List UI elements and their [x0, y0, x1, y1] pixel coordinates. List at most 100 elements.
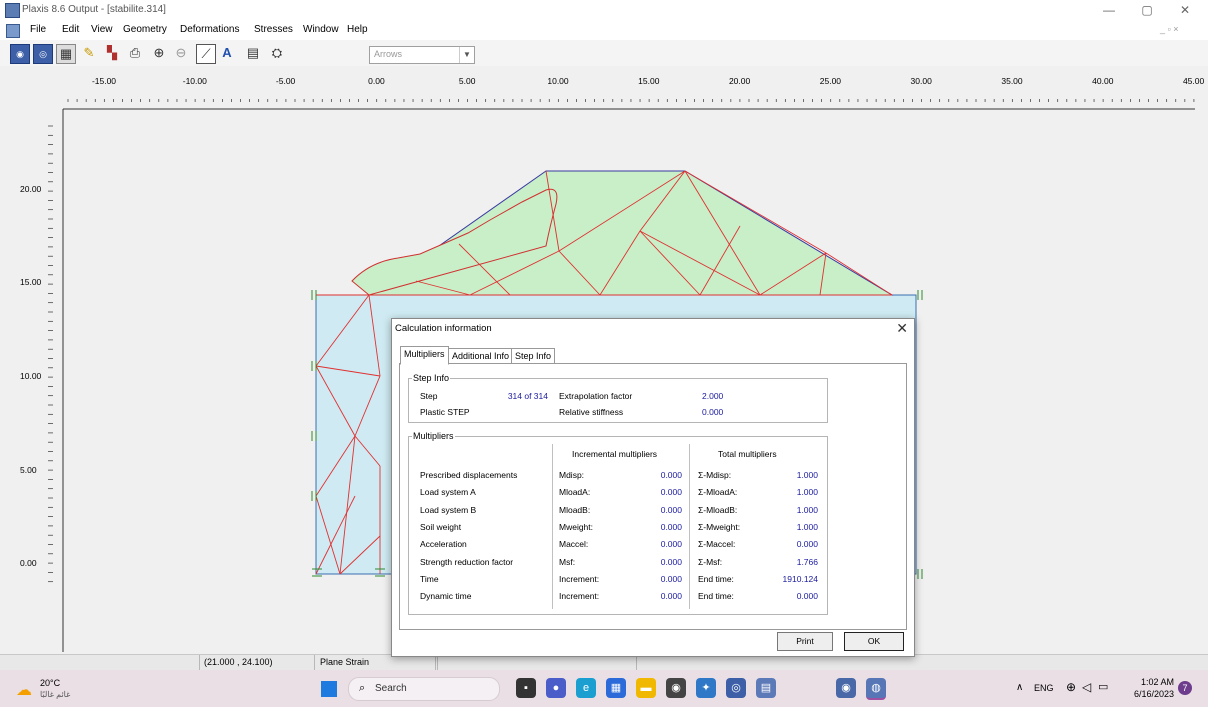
incremental-value: 0.000 — [660, 470, 682, 480]
analysis-mode: Plane Strain — [316, 655, 436, 670]
dialog-title: Calculation information — [395, 323, 492, 334]
cursor-coordinates: (21.000 , 24.100) — [200, 655, 315, 670]
column-separator — [689, 444, 690, 609]
zoom-in-icon[interactable]: ⊕ — [150, 44, 168, 62]
language-indicator[interactable]: ENG — [1034, 683, 1054, 693]
chevron-down-icon[interactable]: ▼ — [459, 47, 474, 63]
tab-additional-info[interactable]: Additional Info — [448, 348, 514, 364]
close-button[interactable]: ✕ — [1170, 2, 1200, 18]
plaxis-input-icon[interactable]: ◎ — [726, 678, 746, 698]
export-icon[interactable]: ▚ — [103, 44, 121, 62]
total-label: Σ-Msf: — [698, 556, 723, 567]
task-view-icon[interactable]: ▪ — [516, 678, 536, 698]
input-program-icon[interactable]: ◉ — [10, 44, 30, 64]
select-points-icon[interactable]: ⛭ — [268, 44, 286, 62]
total-value: 0.000 — [796, 591, 818, 602]
incremental-label: Increment: — [559, 591, 600, 602]
clock-date[interactable]: 6/16/2023 — [1122, 689, 1174, 699]
incremental-value: 0.000 — [660, 487, 682, 498]
plaxis-output-icon[interactable]: ◍ — [866, 678, 886, 700]
plaxis-curves-icon[interactable]: ◉ — [836, 678, 856, 698]
extrapolation-value: 2.000 — [702, 391, 724, 401]
total-value: 1.000 — [796, 504, 818, 515]
x-tick-label: 15.00 — [638, 76, 660, 86]
start-icon[interactable] — [321, 681, 337, 697]
view-type-select[interactable]: Arrows ▼ — [369, 46, 475, 64]
curves-icon[interactable]: ▦ — [56, 44, 76, 64]
row-label: Time — [420, 573, 439, 584]
label-icon[interactable]: A — [218, 44, 236, 62]
print-button[interactable]: Print — [777, 632, 833, 651]
app-icon-blue[interactable]: ✦ — [696, 678, 716, 698]
x-tick-label: 0.00 — [368, 76, 385, 86]
minimize-button[interactable]: — — [1094, 2, 1124, 18]
doc-window-controls[interactable]: _ ▫ × — [1160, 24, 1178, 34]
menu-edit[interactable]: Edit — [62, 24, 79, 35]
step-info-label: Step Info — [412, 373, 451, 383]
chat-icon[interactable]: ● — [546, 678, 566, 698]
menu-geometry[interactable]: Geometry — [123, 24, 167, 35]
x-tick-label: -10.00 — [183, 76, 207, 86]
menu-file[interactable]: File — [30, 24, 46, 35]
store-icon[interactable]: ▦ — [606, 678, 626, 698]
close-icon[interactable]: ✕ — [896, 320, 908, 337]
ok-button[interactable]: OK — [844, 632, 904, 651]
multipliers-panel: Step Info Step 314 of 314 Extrapolation … — [399, 363, 907, 630]
volume-icon[interactable]: ◁ — [1082, 680, 1091, 694]
x-tick-label: 40.00 — [1092, 76, 1114, 86]
open-icon[interactable]: ✎ — [80, 44, 98, 62]
file-explorer-icon[interactable]: ▬ — [636, 678, 656, 698]
incremental-label: Maccel: — [559, 539, 589, 550]
tab-step-info[interactable]: Step Info — [511, 348, 556, 364]
vertical-ruler: 20.00 15.00 10.00 5.00 0.00 — [20, 125, 53, 583]
restore-button[interactable]: ▢ — [1132, 2, 1162, 18]
edge-icon[interactable]: e — [576, 678, 596, 698]
menu-deformations[interactable]: Deformations — [180, 24, 239, 35]
x-tick-label: 5.00 — [459, 76, 476, 86]
x-tick-label: 25.00 — [820, 76, 842, 86]
weather-desc: غائم غالبًا — [40, 690, 71, 699]
y-tick-label: 20.00 — [20, 184, 42, 194]
menu-window[interactable]: Window — [303, 24, 339, 35]
step-label: Step — [420, 391, 438, 401]
camera-icon[interactable]: ◉ — [666, 678, 686, 698]
calculations-icon[interactable]: ◎ — [33, 44, 53, 64]
total-value: 1.000 — [796, 521, 818, 532]
embankment-soil — [367, 170, 894, 296]
network-icon[interactable]: ⊕ — [1066, 680, 1076, 694]
x-tick-label: 10.00 — [547, 76, 569, 86]
multipliers-label: Multipliers — [412, 431, 455, 441]
total-label: Σ-Mdisp: — [698, 470, 732, 480]
total-label: End time: — [698, 573, 734, 584]
notification-badge[interactable]: 7 — [1178, 681, 1192, 695]
incremental-value: 0.000 — [660, 539, 682, 550]
chevron-up-icon[interactable]: ∧ — [1016, 682, 1023, 693]
draw-line-icon[interactable]: ⟋ — [196, 44, 216, 64]
menu-stresses[interactable]: Stresses — [254, 24, 293, 35]
menu-view[interactable]: View — [91, 24, 113, 35]
clock-time[interactable]: 1:02 AM — [1132, 677, 1174, 687]
battery-icon[interactable]: ▭ — [1098, 680, 1108, 693]
column-separator — [552, 444, 553, 609]
print-icon[interactable]: ⎙ — [126, 44, 144, 62]
weather-temp[interactable]: 20°C — [40, 678, 60, 688]
search-box[interactable]: ⌕ Search — [348, 677, 500, 701]
incremental-value: 0.000 — [660, 556, 682, 567]
relative-stiffness-label: Relative stiffness — [559, 407, 624, 417]
incremental-value: 0.000 — [660, 504, 682, 515]
row-label: Dynamic time — [420, 591, 472, 602]
total-label: Σ-MloadA: — [698, 487, 738, 498]
total-multipliers-header: Total multipliers — [718, 449, 777, 459]
tab-multipliers[interactable]: Multipliers — [400, 346, 449, 365]
table-icon[interactable]: ▤ — [244, 44, 262, 62]
total-value: 1.766 — [796, 556, 818, 567]
x-tick-label: 35.00 — [1001, 76, 1023, 86]
menu-help[interactable]: Help — [347, 24, 368, 35]
doc-icon — [6, 24, 20, 38]
zoom-out-icon[interactable]: ⊖ — [172, 44, 190, 62]
incremental-label: Mdisp: — [559, 470, 585, 480]
plaxis-calc-icon[interactable]: ▤ — [756, 678, 776, 698]
menu-bar: File Edit View Geometry Deformations Str… — [0, 21, 1208, 40]
weather-icon[interactable]: ☁ — [16, 680, 32, 700]
relative-stiffness-value: 0.000 — [702, 407, 724, 417]
